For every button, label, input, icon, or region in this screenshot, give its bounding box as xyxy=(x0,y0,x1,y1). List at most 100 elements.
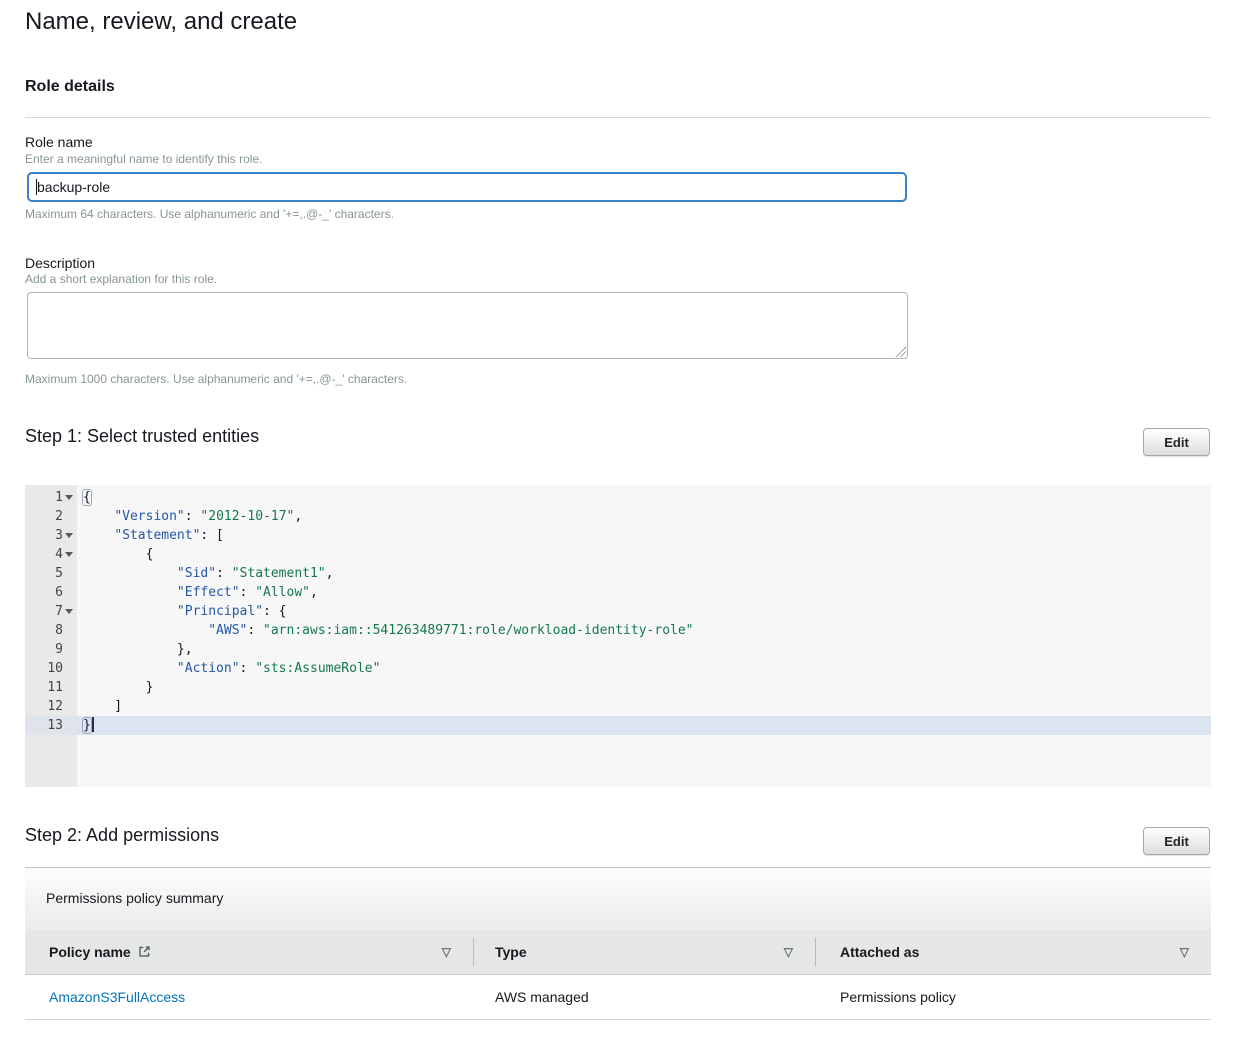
line-number: 13 xyxy=(25,718,63,733)
role-details-divider xyxy=(25,117,1211,118)
table-row: AmazonS3FullAccess AWS managed Permissions… xyxy=(25,975,1211,1020)
json-string: "sts:AssumeRole" xyxy=(255,661,380,676)
column-header-policy-name: Policy name ▽ xyxy=(25,930,473,974)
trust-policy-editor[interactable]: 12345678910111213 { "Version": "2012-10-… xyxy=(25,485,1211,787)
editor-code-line[interactable]: "AWS": "arn:aws:iam::541263489771:role/w… xyxy=(77,621,1211,640)
json-key: "Sid" xyxy=(177,566,216,581)
line-number: 11 xyxy=(25,680,63,695)
role-name-helper: Maximum 64 characters. Use alphanumeric … xyxy=(25,207,394,221)
json-punctuation: , xyxy=(294,509,302,524)
line-number: 8 xyxy=(25,623,63,638)
description-hint: Add a short explanation for this role. xyxy=(25,272,217,286)
editor-gutter-line: 2 xyxy=(25,507,77,526)
step1-edit-button[interactable]: Edit xyxy=(1143,428,1210,456)
json-key: "Action" xyxy=(177,661,240,676)
fold-spacer xyxy=(63,716,74,735)
line-number: 1 xyxy=(25,490,63,505)
column-header-label: Policy name xyxy=(49,944,131,960)
editor-code-line[interactable]: "Principal": { xyxy=(77,602,1211,621)
editor-gutter-line: 11 xyxy=(25,678,77,697)
json-key: "Principal" xyxy=(177,604,263,619)
json-string: "Statement1" xyxy=(232,566,326,581)
description-label: Description xyxy=(25,255,95,271)
description-helper: Maximum 1000 characters. Use alphanumeri… xyxy=(25,372,407,386)
json-punctuation: , xyxy=(310,585,318,600)
editor-code-line[interactable]: } xyxy=(77,716,1211,735)
editor-code-line[interactable]: "Effect": "Allow", xyxy=(77,583,1211,602)
json-punctuation: : [ xyxy=(200,528,223,543)
editor-code-line[interactable]: } xyxy=(77,678,1211,697)
fold-toggle-icon[interactable] xyxy=(63,545,74,564)
line-number: 3 xyxy=(25,528,63,543)
fold-spacer xyxy=(63,583,74,602)
step2-edit-button[interactable]: Edit xyxy=(1143,827,1210,855)
filter-dropdown-icon[interactable]: ▽ xyxy=(784,945,793,959)
line-number: 5 xyxy=(25,566,63,581)
policy-name-link[interactable]: AmazonS3FullAccess xyxy=(49,989,185,1005)
fold-toggle-icon[interactable] xyxy=(63,488,74,507)
table-cell: Permissions policy xyxy=(815,975,1211,1019)
table-cell-text: AWS managed xyxy=(495,989,589,1005)
filter-dropdown-icon[interactable]: ▽ xyxy=(1180,945,1189,959)
json-key: "Effect" xyxy=(177,585,240,600)
json-punctuation xyxy=(83,585,177,600)
table-cell: AWS managed xyxy=(473,975,815,1019)
json-punctuation: ] xyxy=(83,699,122,714)
json-punctuation: : { xyxy=(263,604,286,619)
editor-content[interactable]: { "Version": "2012-10-17", "Statement": … xyxy=(77,485,1211,787)
json-punctuation: , xyxy=(326,566,334,581)
permissions-panel-title: Permissions policy summary xyxy=(46,890,223,906)
line-number: 6 xyxy=(25,585,63,600)
editor-code-line[interactable]: "Version": "2012-10-17", xyxy=(77,507,1211,526)
editor-code-line[interactable]: "Action": "sts:AssumeRole" xyxy=(77,659,1211,678)
json-punctuation: : xyxy=(240,661,256,676)
fold-toggle-icon[interactable] xyxy=(63,602,74,621)
editor-gutter-line: 9 xyxy=(25,640,77,659)
column-header-label: Type xyxy=(495,944,527,960)
json-key: "Version" xyxy=(114,509,184,524)
editor-gutter: 12345678910111213 xyxy=(25,485,77,787)
json-punctuation: : xyxy=(185,509,201,524)
line-number: 4 xyxy=(25,547,63,562)
step2-heading: Step 2: Add permissions xyxy=(25,825,219,846)
table-header-row: Policy name▽Type▽Attached as▽ xyxy=(25,930,1211,975)
fold-spacer xyxy=(63,564,74,583)
json-punctuation: } xyxy=(83,718,91,733)
json-punctuation xyxy=(83,661,177,676)
editor-gutter-line: 3 xyxy=(25,526,77,545)
json-key: "Statement" xyxy=(114,528,200,543)
editor-gutter-line: 8 xyxy=(25,621,77,640)
line-number: 10 xyxy=(25,661,63,676)
json-punctuation: : xyxy=(247,623,263,638)
json-punctuation: { xyxy=(83,547,153,562)
editor-code-line[interactable]: "Sid": "Statement1", xyxy=(77,564,1211,583)
external-link-icon[interactable] xyxy=(131,944,151,960)
step1-heading: Step 1: Select trusted entities xyxy=(25,426,259,447)
resize-handle-icon[interactable] xyxy=(894,345,906,357)
permissions-panel-header: Permissions policy summary xyxy=(25,867,1211,930)
editor-code-line[interactable]: ] xyxy=(77,697,1211,716)
json-string: "arn:aws:iam::541263489771:role/workload… xyxy=(263,623,693,638)
json-string: "2012-10-17" xyxy=(200,509,294,524)
text-caret xyxy=(36,179,37,195)
editor-gutter-line: 7 xyxy=(25,602,77,621)
json-punctuation: } xyxy=(83,680,153,695)
fold-spacer xyxy=(63,507,74,526)
editor-gutter-line: 6 xyxy=(25,583,77,602)
description-textarea[interactable] xyxy=(27,292,908,359)
editor-code-line[interactable]: "Statement": [ xyxy=(77,526,1211,545)
role-name-label: Role name xyxy=(25,134,93,150)
fold-spacer xyxy=(63,659,74,678)
editor-code-line[interactable]: }, xyxy=(77,640,1211,659)
editor-gutter-line: 10 xyxy=(25,659,77,678)
editor-code-line[interactable]: { xyxy=(77,545,1211,564)
fold-spacer xyxy=(63,640,74,659)
json-punctuation: { xyxy=(83,490,91,505)
table-cell-text: Permissions policy xyxy=(840,989,956,1005)
fold-toggle-icon[interactable] xyxy=(63,526,74,545)
role-name-input[interactable] xyxy=(27,172,907,202)
editor-code-line[interactable]: { xyxy=(77,488,1211,507)
filter-dropdown-icon[interactable]: ▽ xyxy=(442,945,451,959)
json-key: "AWS" xyxy=(208,623,247,638)
line-number: 2 xyxy=(25,509,63,524)
